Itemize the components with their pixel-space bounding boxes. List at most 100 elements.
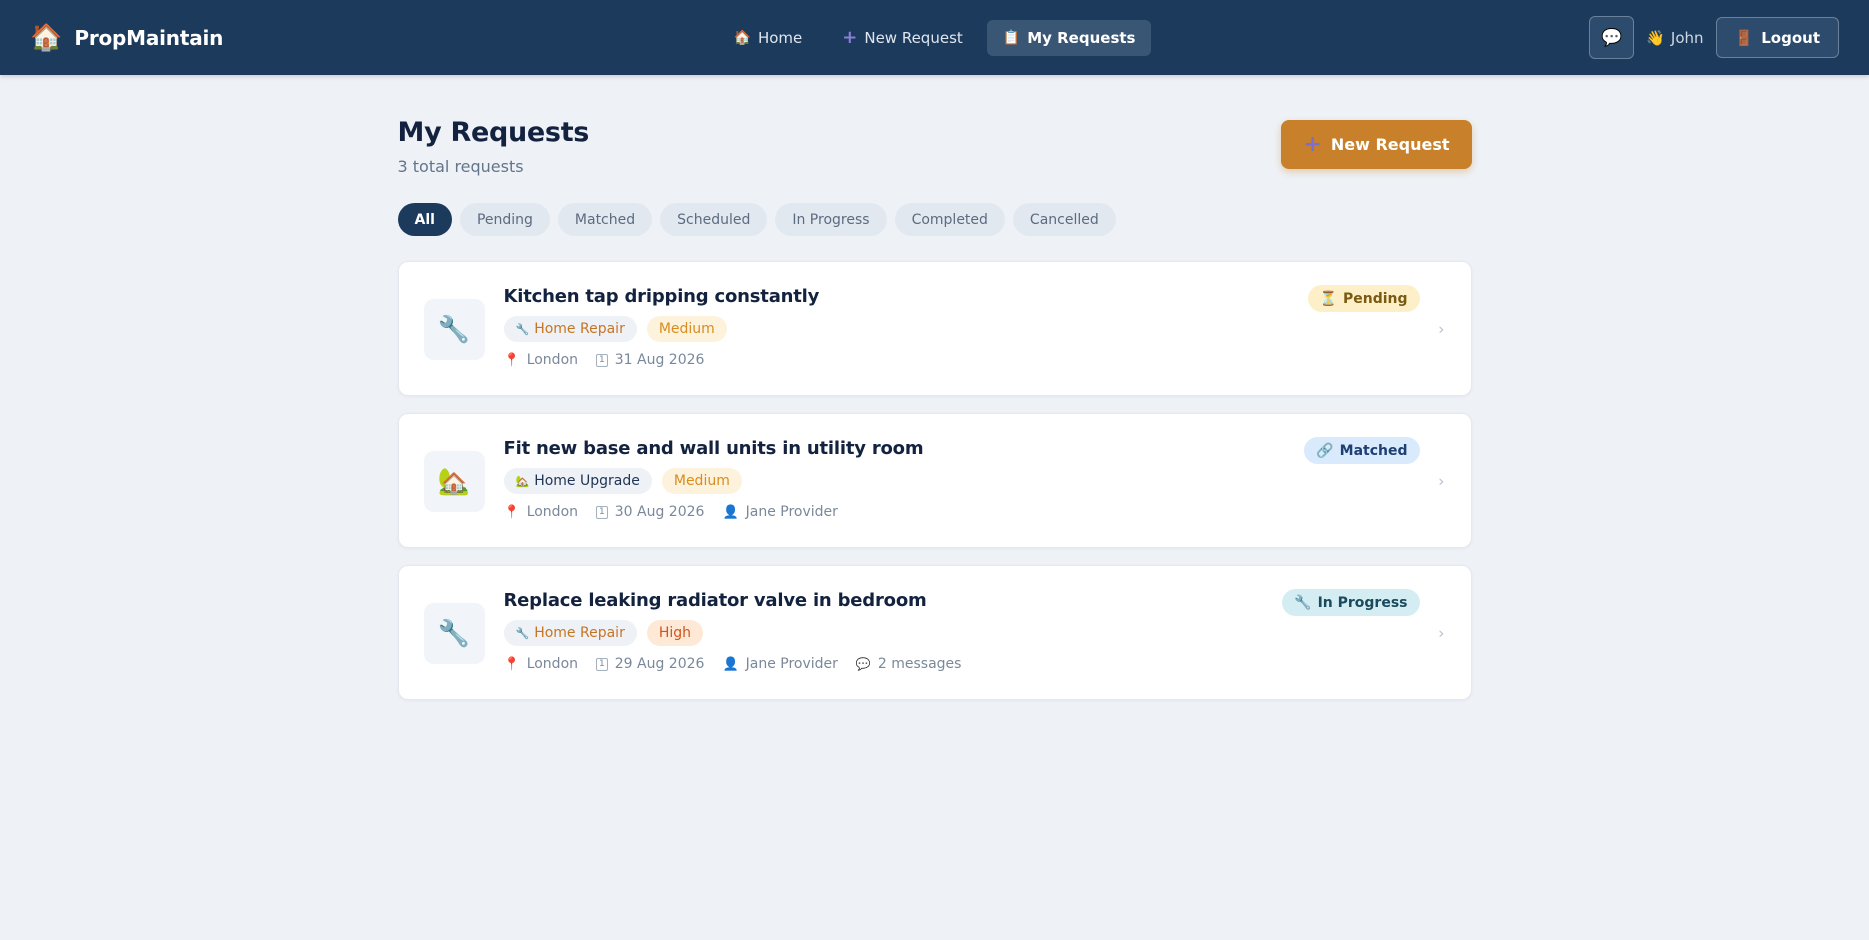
nav-home[interactable]: 🏠 Home (718, 20, 819, 56)
provider: 👤 Jane Provider (722, 656, 837, 672)
filter-scheduled[interactable]: Scheduled (660, 203, 768, 236)
priority-tag: Medium (646, 316, 727, 342)
message-count-label: 2 messages (877, 656, 962, 672)
house-icon: 🏡 (515, 474, 530, 488)
calendar-icon: 1 (596, 657, 608, 671)
category-tag: 🔧 Home Repair (503, 316, 637, 342)
priority-tag: Medium (661, 468, 742, 494)
user-name: John (1670, 28, 1704, 47)
main-nav: 🏠 Home + New Request 📋 My Requests (718, 19, 1152, 56)
provider-label: Jane Provider (745, 504, 838, 520)
nav-my-requests[interactable]: 📋 My Requests (986, 19, 1152, 56)
filter-completed[interactable]: Completed (894, 203, 1005, 236)
category-label: Home Repair (534, 321, 625, 337)
calendar-icon: 1 (596, 353, 608, 367)
calendar-icon: 1 (596, 505, 608, 519)
logout-label: Logout (1761, 28, 1820, 47)
wrench-icon: 🔧 (515, 626, 530, 640)
pin-icon: 📍 (503, 656, 520, 672)
request-count: 3 total requests (397, 157, 524, 176)
request-card-body: Kitchen tap dripping constantly 🔧 Home R… (503, 286, 1331, 368)
link-icon: 🔗 (1316, 442, 1334, 459)
provider: 👤 Jane Provider (722, 504, 837, 520)
date: 1 31 Aug 2026 (596, 352, 704, 368)
nav-new-request[interactable]: + New Request (826, 20, 979, 56)
request-list: 🔧 Kitchen tap dripping constantly 🔧 Home… (397, 261, 1472, 700)
page-heading: My Requests 3 total requests (398, 117, 590, 176)
house-icon: 🏠 (30, 22, 63, 53)
status-label: In Progress (1317, 594, 1408, 611)
message-count: 💬 2 messages (856, 656, 962, 672)
location: 📍 London (504, 656, 579, 672)
filter-pending[interactable]: Pending (459, 203, 550, 236)
status-badge: ⏳ Pending (1307, 285, 1420, 312)
user-greeting: 👋 John (1646, 29, 1703, 47)
request-card-body: Fit new base and wall units in utility r… (503, 438, 1331, 520)
nav-new-request-label: New Request (864, 28, 963, 47)
request-card[interactable]: 🔧 Replace leaking radiator valve in bedr… (397, 565, 1472, 700)
request-card[interactable]: 🏡 Fit new base and wall units in utility… (397, 413, 1472, 548)
person-icon: 👤 (722, 656, 739, 672)
request-meta: 📍 London 1 30 Aug 2026 👤 Jane Provider (504, 504, 1331, 520)
wrench-icon: 🔧 (423, 603, 485, 664)
chat-button[interactable]: 💬 (1589, 16, 1635, 59)
wrench-icon: 🔧 (515, 322, 530, 336)
filter-all[interactable]: All (397, 203, 452, 236)
category-label: Home Upgrade (534, 473, 640, 489)
message-icon: 💬 (855, 657, 871, 671)
filter-in-progress[interactable]: In Progress (775, 203, 887, 236)
category-tag: 🏡 Home Upgrade (503, 468, 652, 494)
clipboard-icon: 📋 (1002, 29, 1021, 46)
request-tags: 🔧 Home Repair High (503, 620, 1331, 646)
request-card[interactable]: 🔧 Kitchen tap dripping constantly 🔧 Home… (397, 261, 1472, 396)
priority-tag: High (646, 620, 704, 646)
date-label: 29 Aug 2026 (614, 656, 705, 672)
wave-icon: 👋 (1646, 28, 1665, 47)
plus-icon: + (842, 27, 858, 48)
logout-button[interactable]: 🚪 Logout (1715, 17, 1839, 58)
location-label: London (526, 656, 579, 672)
location: 📍 London (504, 352, 579, 368)
request-card-body: Replace leaking radiator valve in bedroo… (503, 590, 1331, 672)
request-title: Fit new base and wall units in utility r… (503, 438, 924, 459)
plus-icon: + (1303, 132, 1322, 157)
main-content: My Requests 3 total requests + New Reque… (397, 75, 1472, 700)
date: 1 29 Aug 2026 (596, 656, 704, 672)
hourglass-icon: ⏳ (1319, 290, 1337, 307)
request-title: Replace leaking radiator valve in bedroo… (503, 590, 927, 611)
date: 1 30 Aug 2026 (596, 504, 704, 520)
date-label: 31 Aug 2026 (614, 352, 705, 368)
wrench-icon: 🔧 (423, 299, 485, 360)
chevron-right-icon: › (1438, 471, 1445, 490)
house-icon: 🏠 (733, 29, 751, 46)
chevron-right-icon: › (1438, 623, 1445, 642)
new-request-button[interactable]: + New Request (1281, 120, 1472, 169)
request-tags: 🏡 Home Upgrade Medium (503, 468, 1331, 494)
location-label: London (526, 352, 579, 368)
nav-my-requests-label: My Requests (1027, 28, 1136, 47)
status-filter-tabs: All Pending Matched Scheduled In Progres… (397, 203, 1472, 236)
status-badge: 🔧 In Progress (1282, 589, 1420, 616)
status-label: Matched (1339, 442, 1408, 459)
person-icon: 👤 (722, 504, 739, 520)
wrench-icon: 🔧 (1294, 594, 1312, 611)
door-icon: 🚪 (1734, 28, 1754, 47)
provider-label: Jane Provider (745, 656, 838, 672)
category-tag: 🔧 Home Repair (503, 620, 637, 646)
page-header: My Requests 3 total requests + New Reque… (398, 117, 1472, 176)
request-tags: 🔧 Home Repair Medium (503, 316, 1331, 342)
filter-matched[interactable]: Matched (557, 203, 653, 236)
page-title: My Requests (397, 117, 590, 148)
status-badge: 🔗 Matched (1304, 437, 1420, 464)
chat-bubble-icon: 💬 (1601, 27, 1623, 48)
nav-home-label: Home (757, 28, 803, 47)
topbar-right: 💬 👋 John 🚪 Logout (1589, 16, 1839, 59)
filter-cancelled[interactable]: Cancelled (1012, 203, 1116, 236)
brand-name: PropMaintain (74, 25, 224, 50)
location-label: London (526, 504, 579, 520)
location: 📍 London (504, 504, 579, 520)
chevron-right-icon: › (1438, 319, 1445, 338)
new-request-label: New Request (1330, 135, 1450, 154)
brand[interactable]: 🏠 PropMaintain (30, 25, 223, 51)
date-label: 30 Aug 2026 (614, 504, 705, 520)
